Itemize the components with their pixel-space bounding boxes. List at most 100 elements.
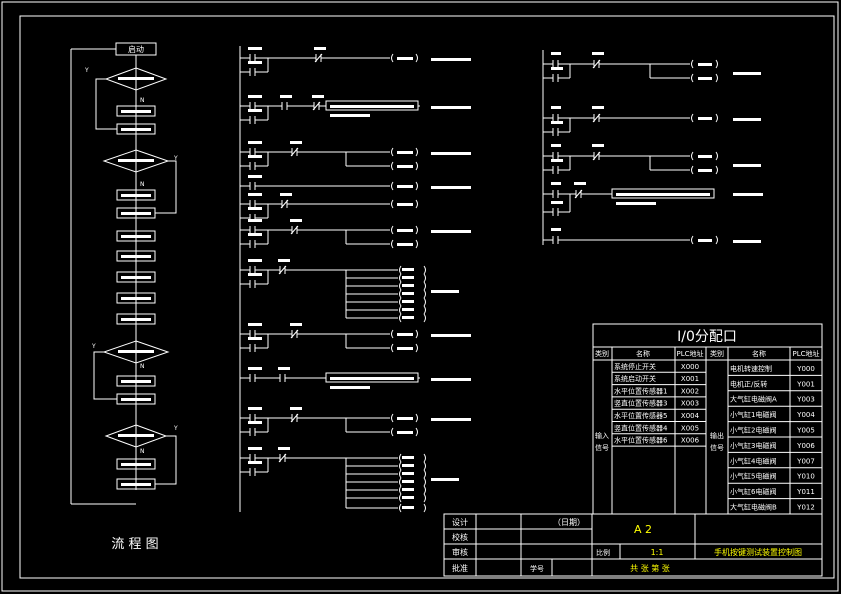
tb-design-label: 设计 [452,517,468,527]
flow-no-1: N [140,97,145,104]
io-output-addr-8: Y011 [796,488,815,496]
io-input-name-4: 水平位置传感器5 [614,411,667,420]
ladder-rung-8-tag [248,337,262,340]
ladder-rung-11-comment [431,478,459,481]
flow-step-6-text [121,255,151,258]
tb-sheets: 共 张 第 张 [630,563,670,573]
ladder-rung-3-tag [248,141,262,144]
ladder-rung-9-tag [248,367,262,370]
input-category-1: 输入 [595,431,609,440]
ladder-rung-1-coil-tag [397,57,413,60]
io-output-name-6: 小气缸4电磁阀 [730,456,776,465]
ladder-rung-11-tag [248,461,262,464]
flow-decision-2-text [118,159,154,162]
io-output-name-7: 小气缸5电磁阀 [730,472,776,481]
io-table: I/0分配口 类别 名称 PLC地址 类别 名称 PLC地址 系统停止开关 X000系统启动… [592,323,823,515]
ladder-rung-9 [240,367,471,389]
io-output-addr-5: Y006 [796,442,815,450]
ladder-rung-1-comment [431,58,471,61]
ladder-rung-11-coil-tag [402,480,414,483]
io-output-addr-0: Y000 [796,365,815,373]
io-output-addr-7: Y010 [796,473,815,481]
io-input-addr-2: X002 [681,387,699,395]
ladder-rung-3-coil-tag [397,165,413,168]
ladder-rung-7-coil-tag [402,308,414,311]
ladder-rung-2-comment [431,106,471,109]
drawing-sheet: 启动 Y N Y N Y N Y N 流 程 图 I/0分配口 类别 名称 PLC地… [1,1,839,592]
ladder-rung-11-tag [248,447,262,450]
flowchart: 启动 Y N Y N Y N Y N 流 程 图 [70,42,178,552]
ladder-rung-1-tag [248,61,262,64]
ladder-rung-4-comment [431,186,471,189]
ladder-rung-9-tag [278,367,290,370]
tb-review-label: 审核 [452,547,468,557]
ladder-right-rung-5-comment [733,240,761,243]
ladder-rung-10-tag [248,407,262,410]
ladder-right-rung-1-coil-tag [698,77,712,80]
ladder-right-rung-5 [543,228,761,245]
ladder-right-rung-2-tag [551,121,563,124]
flow-yes-2: Y [173,155,178,162]
tb-scale-label: 比例 [596,548,610,557]
ladder-rung-11-coil-tag [402,496,414,499]
ladder-rung-2-tag [312,95,324,98]
ladder-right-rung-3 [543,144,761,175]
outer-border [1,1,839,592]
ladder-rung-7-coil-tag [402,316,414,319]
flow-step-9-text [121,318,151,321]
ladder-rung-4-coil-tag [397,185,413,188]
io-input-name-5: 竖直位置传感器4 [614,423,668,432]
ladder-rung-1-tag [248,47,262,50]
ladder-rung-2-tag [248,109,262,112]
ladder-rung-7 [240,259,459,323]
ladder-right-rung-2 [543,106,761,136]
ladder-rung-5 [240,193,418,222]
ladder-right-rung-1-tag [592,52,604,55]
io-output-addr-2: Y003 [796,396,815,404]
tb-check-label: 校核 [452,532,468,542]
flow-no-2: N [140,181,145,188]
ladder-rung-6-coil-tag [397,243,413,246]
ladder-right-rung-3-tag [551,159,563,162]
ladder-rung-10-tag [248,421,262,424]
io-table-title: I/0分配口 [677,329,737,345]
tb-date-label: （日期） [553,518,585,527]
ladder-right-rung-5-coil-tag [698,239,712,242]
io-input-name-1: 系统启动开关 [614,374,656,383]
ladder-rung-7-coil-tag [402,292,414,295]
io-input-name-0: 系统停止开关 [614,362,656,371]
ladder-right-rung-3-tag [592,144,604,147]
ladder-rung-7-tag [278,259,290,262]
tb-number-label: 学号 [530,564,544,573]
ladder-right-rung-1-coil-tag [698,63,712,66]
ladder-rung-6-tag [248,233,262,236]
flow-step-2-text [121,128,151,131]
ladder-rung-8-tag [248,323,262,326]
tb-approve-label: 批准 [452,563,468,573]
ladder-right-rung-3-comment [733,164,761,167]
ladder-right-rung-2-coil-tag [698,117,712,120]
io-output-name-1: 电机正/反转 [730,379,767,388]
io-output-name-9: 大气缸电磁阀B [730,503,777,512]
tb-scale: 1:1 [651,548,664,557]
io-output-name-3: 小气缸1电磁阀 [730,410,776,419]
flow-step-1-text [121,110,151,113]
ladder-rung-3-coil-tag [397,151,413,154]
flow-step-5-text [121,235,151,238]
ladder-rung-9-function-sub [330,386,370,389]
ladder-right-rung-1 [543,52,761,83]
ladder-rung-6 [240,219,471,249]
ladder-rung-10 [240,407,471,437]
ladder-right-rung-2-tag [592,106,604,109]
ladder-rung-3-tag [290,141,302,144]
ladder-right-rung-3-tag [551,144,561,147]
ladder-diagram-right [542,50,763,245]
io-input-addr-4: X004 [681,412,700,420]
ladder-rung-7-coil-tag [402,276,414,279]
ladder-rung-3-tag [248,155,262,158]
flow-step-4-text [121,212,151,215]
ladder-right-rung-3-coil-tag [698,155,712,158]
ladder-rung-2-tag [248,95,262,98]
ladder-rung-7-tag [248,273,262,276]
ladder-rung-11-coil-tag [402,506,414,509]
